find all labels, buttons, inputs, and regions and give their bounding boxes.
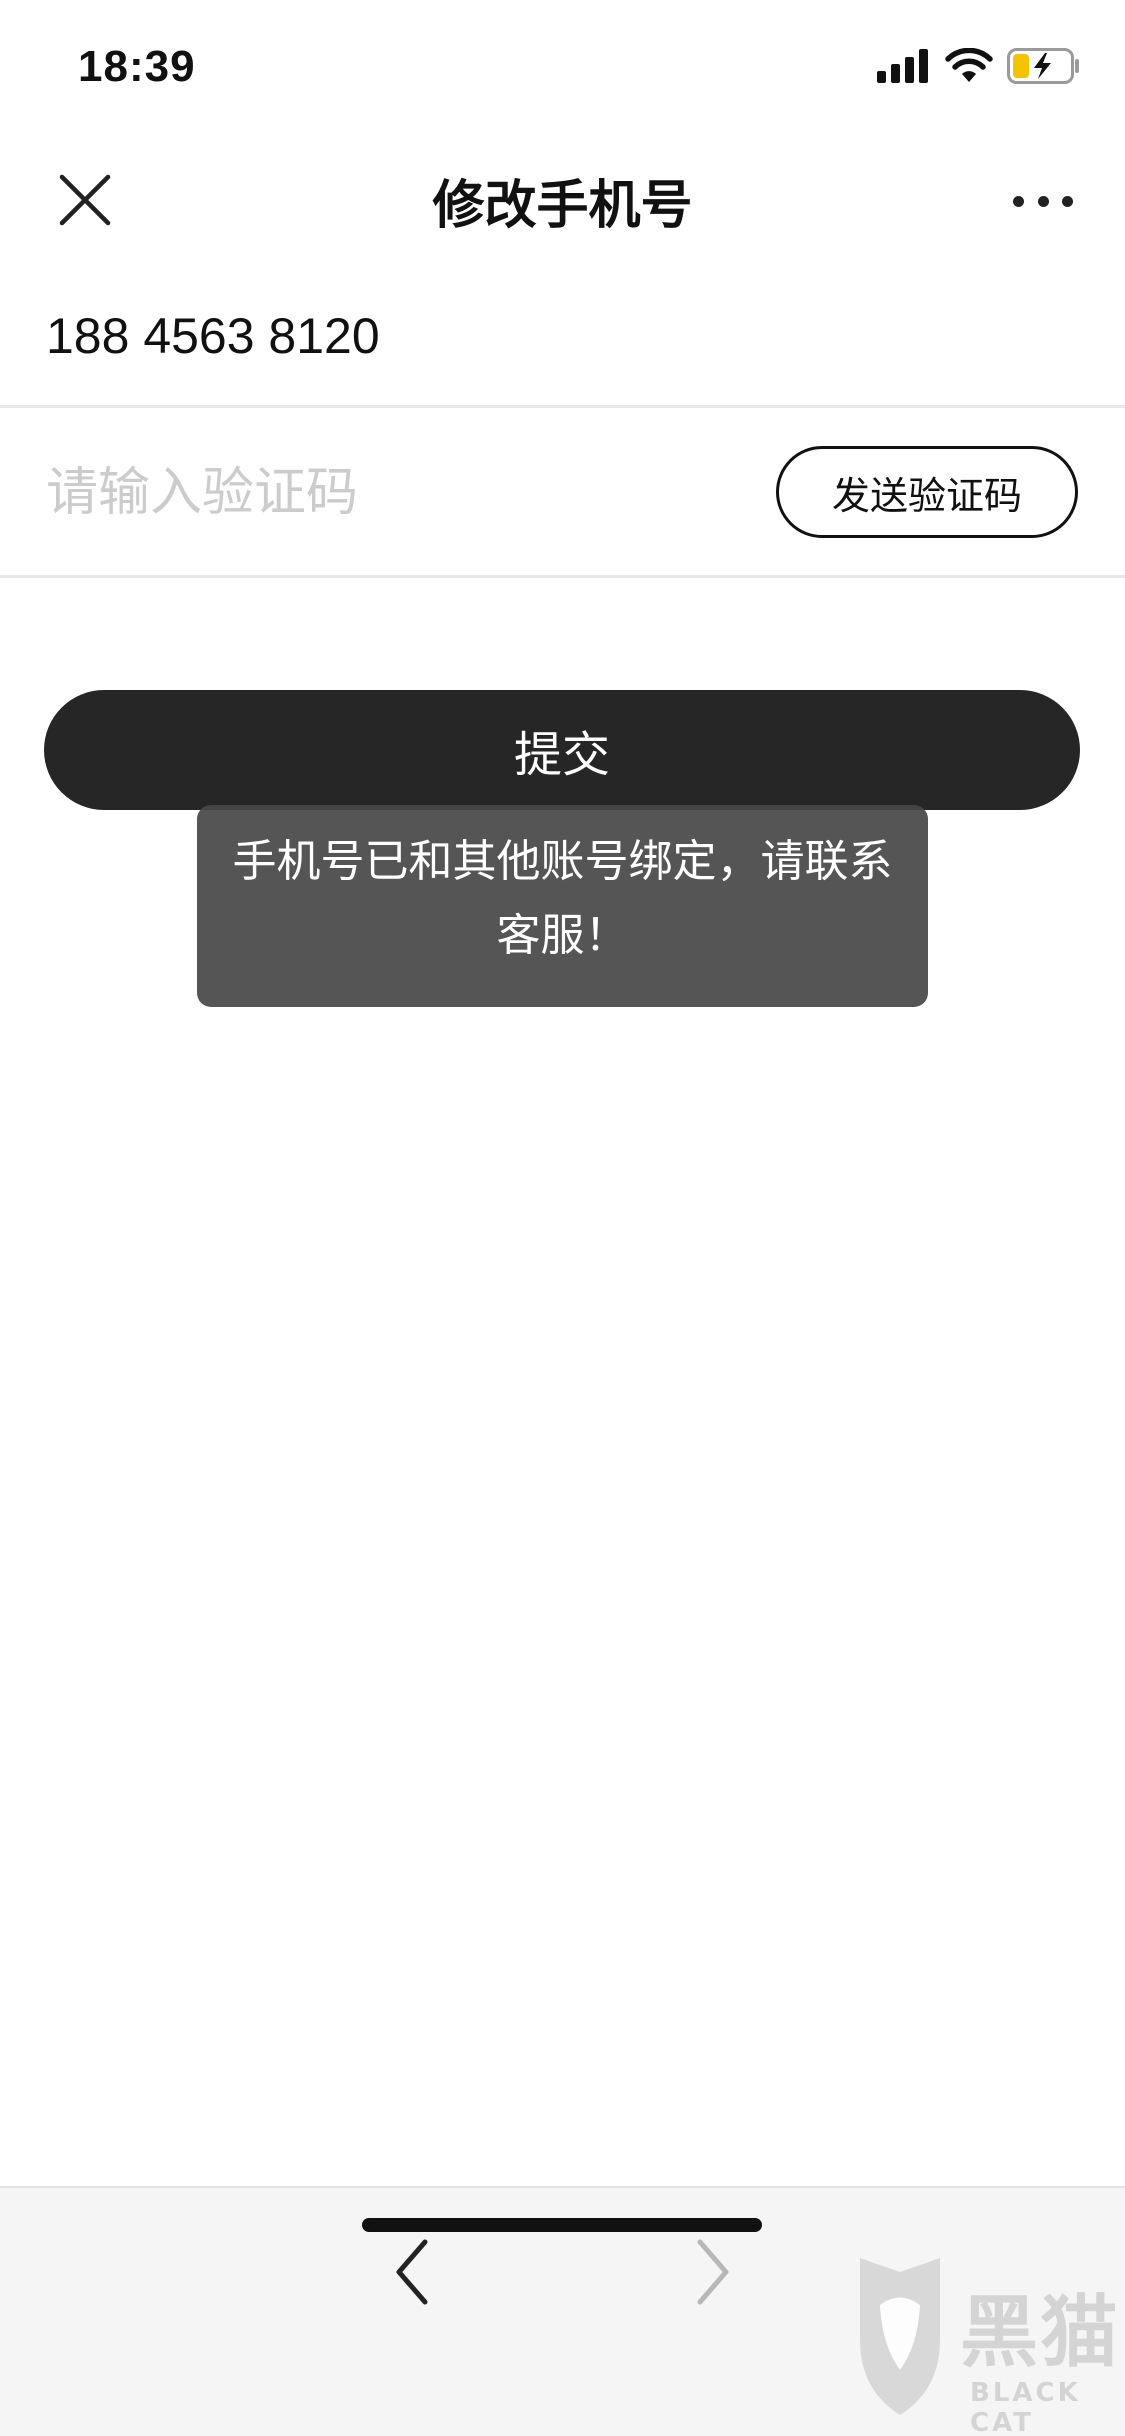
nav-bar: 修改手机号 xyxy=(0,135,1125,265)
chevron-right-icon[interactable] xyxy=(688,2232,740,2312)
signal-icon xyxy=(877,49,928,83)
toast-line-2: 客服！ xyxy=(496,910,629,961)
status-time: 18:39 xyxy=(78,42,196,91)
watermark: 黑猫 BLACK CAT xyxy=(850,2250,1121,2436)
watermark-text-en: BLACK CAT xyxy=(970,2378,1081,2436)
phone-row: 188 4563 8120 xyxy=(0,265,1125,408)
status-icons xyxy=(877,48,1081,84)
status-bar: 18:39 xyxy=(0,0,1125,135)
code-row: 发送验证码 xyxy=(0,408,1125,578)
cat-logo-icon xyxy=(860,2258,940,2415)
watermark-text-cn: 黑猫 xyxy=(960,2288,1121,2378)
screen: 18:39 修改手机号 188 4563 8120 请输入验证码 发送验证码 提… xyxy=(0,0,1125,2436)
verification-code-input[interactable] xyxy=(46,458,696,528)
more-dot xyxy=(1062,195,1073,207)
page-title: 修改手机号 xyxy=(432,176,693,236)
battery-charging-icon xyxy=(1007,48,1079,84)
wifi-icon xyxy=(945,48,993,82)
send-code-button[interactable]: 发送验证码 xyxy=(776,446,1078,538)
submit-button[interactable]: 提交 xyxy=(44,690,1080,810)
more-icon[interactable] xyxy=(1013,189,1073,213)
chevron-left-icon[interactable] xyxy=(385,2232,437,2312)
home-indicator[interactable] xyxy=(362,2218,762,2232)
phone-number: 188 4563 8120 xyxy=(46,308,380,364)
toast-line-1: 手机号已和其他账号绑定，请联系 xyxy=(232,836,893,887)
more-dot xyxy=(1013,195,1024,207)
more-dot xyxy=(1037,195,1049,207)
toast-message: 手机号已和其他账号绑定，请联系 客服！ xyxy=(197,805,928,1007)
